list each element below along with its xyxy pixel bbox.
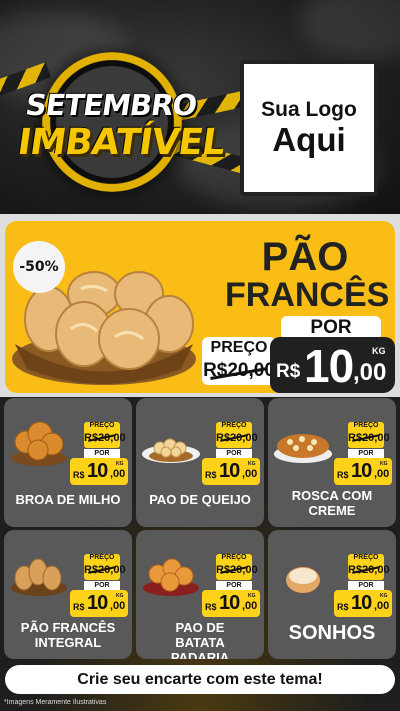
old-price-box: PREÇO R$20,00 xyxy=(348,422,390,448)
rosca-icon xyxy=(274,434,332,463)
price-box: R$ 10 ,00 KG xyxy=(70,458,128,485)
preco-label: PREÇO xyxy=(89,554,115,561)
price-integer: 10 xyxy=(219,460,240,482)
product-name: PAO DE QUEIJO xyxy=(149,492,251,507)
currency: R$ xyxy=(337,470,349,480)
campaign-badge: SETEMBRO IMBATÍVEL xyxy=(15,52,227,202)
old-price-box: PREÇO R$20,00 xyxy=(202,337,276,385)
price-unit: KG xyxy=(380,461,388,467)
preco-label: PREÇO xyxy=(210,339,268,356)
product-name: PAO DE BATATA PADARIA xyxy=(170,620,230,659)
broa-icon xyxy=(11,421,67,466)
pao-batata-icon xyxy=(143,558,199,596)
currency: R$ xyxy=(205,470,217,480)
logo-placeholder[interactable]: Sua Logo Aqui xyxy=(240,60,378,196)
product-card[interactable]: PREÇO R$20,00 POR R$ 10 ,00 KG BROA DE M… xyxy=(4,398,132,527)
badge-line-2: IMBATÍVEL xyxy=(15,122,227,163)
logo-text-line-2: Aqui xyxy=(272,120,346,158)
badge-line-1: SETEMBRO xyxy=(23,88,199,122)
old-price-box: PREÇO R$20,00 xyxy=(348,554,390,580)
price-box: R$ 10 ,00 KG xyxy=(202,458,260,485)
price-box: R$ 10 ,00 KG xyxy=(202,590,260,617)
price-integer: 10 xyxy=(351,592,372,614)
price-integer: 10 xyxy=(87,592,108,614)
price-unit: KG xyxy=(372,346,386,356)
product-name: BROA DE MILHO xyxy=(15,492,121,507)
por-label: POR xyxy=(84,581,120,590)
sonho-icon xyxy=(286,567,320,593)
old-price-box: PREÇO R$20,00 xyxy=(216,422,258,448)
price-box: R$ 10 ,00 KG xyxy=(334,590,392,617)
product-name: SONHOS xyxy=(288,622,376,644)
header-banner: SETEMBRO IMBATÍVEL Sua Logo Aqui xyxy=(0,0,400,214)
old-price-box: PREÇO R$20,00 xyxy=(84,554,126,580)
preco-label: PREÇO xyxy=(221,422,247,429)
cta-button[interactable]: Crie seu encarte com este tema! xyxy=(5,665,395,694)
price-integer: 10 xyxy=(87,460,108,482)
price-unit: KG xyxy=(248,461,256,467)
currency: R$ xyxy=(337,602,349,612)
smoke-decoration xyxy=(300,0,400,60)
preco-label: PREÇO xyxy=(353,422,379,429)
footnote: *Imagens Meramente Ilustrativas xyxy=(4,699,107,706)
currency: R$ xyxy=(205,602,217,612)
product-name: ROSCA COM CREME xyxy=(291,488,373,518)
price-integer: 10 xyxy=(219,592,240,614)
price-box: R$ 10 ,00 KG xyxy=(70,590,128,617)
price-integer: 10 xyxy=(304,340,354,392)
price-unit: KG xyxy=(116,461,124,467)
old-price-box: PREÇO R$20,00 xyxy=(216,554,258,580)
price-decimal: ,00 xyxy=(374,468,390,480)
currency: R$ xyxy=(276,361,301,382)
preco-label: PREÇO xyxy=(353,554,379,561)
currency: R$ xyxy=(73,602,85,612)
price-unit: KG xyxy=(380,593,388,599)
price-decimal: ,00 xyxy=(374,600,390,612)
preco-label: PREÇO xyxy=(89,422,115,429)
por-label: POR xyxy=(348,581,384,590)
price-decimal: ,00 xyxy=(242,600,258,612)
currency: R$ xyxy=(73,470,85,480)
por-label: POR xyxy=(348,449,384,458)
hero-title: PÃO FRANCÊS xyxy=(225,235,390,314)
por-label: POR xyxy=(216,581,252,590)
pao-integral-icon xyxy=(11,558,67,596)
product-name: PÃO FRANCÊS INTEGRAL xyxy=(20,620,116,650)
logo-text-line-1: Sua Logo xyxy=(261,97,357,121)
featured-product-card[interactable]: -50% PÃO FRANCÊS POR PREÇO R$20,00 R$ 10… xyxy=(5,221,395,393)
hero-price-box: R$ 10 ,00 KG xyxy=(270,337,395,393)
por-label: POR xyxy=(84,449,120,458)
hero-title-line-2: FRANCÊS xyxy=(225,276,390,314)
hero-section: -50% PÃO FRANCÊS POR PREÇO R$20,00 R$ 10… xyxy=(0,214,400,397)
hero-title-line-1: PÃO xyxy=(261,235,349,279)
por-label: POR xyxy=(216,449,252,458)
discount-badge: -50% xyxy=(13,241,65,293)
product-card[interactable]: PREÇO R$20,00 POR R$ 10 ,00 KG PÃO FRANC… xyxy=(4,530,132,659)
old-price-box: PREÇO R$20,00 xyxy=(84,422,126,448)
price-decimal: ,00 xyxy=(110,600,126,612)
product-card[interactable]: PREÇO R$20,00 POR R$ 10 ,00 KG SONHOS xyxy=(268,530,396,659)
price-box: R$ 10 ,00 KG xyxy=(334,458,392,485)
product-card[interactable]: PREÇO R$20,00 POR R$ 10 ,00 KG PAO DE BA… xyxy=(136,530,264,659)
price-integer: 10 xyxy=(351,460,372,482)
price-decimal: ,00 xyxy=(353,359,387,386)
price-decimal: ,00 xyxy=(242,468,258,480)
pao-de-queijo-icon xyxy=(142,438,200,463)
preco-label: PREÇO xyxy=(221,554,247,561)
product-card[interactable]: PREÇO R$20,00 POR R$ 10 ,00 KG PAO DE QU… xyxy=(136,398,264,527)
price-unit: KG xyxy=(248,593,256,599)
price-decimal: ,00 xyxy=(110,468,126,480)
product-card[interactable]: PREÇO R$20,00 POR R$ 10 ,00 KG ROSCA COM… xyxy=(268,398,396,527)
price-unit: KG xyxy=(116,593,124,599)
